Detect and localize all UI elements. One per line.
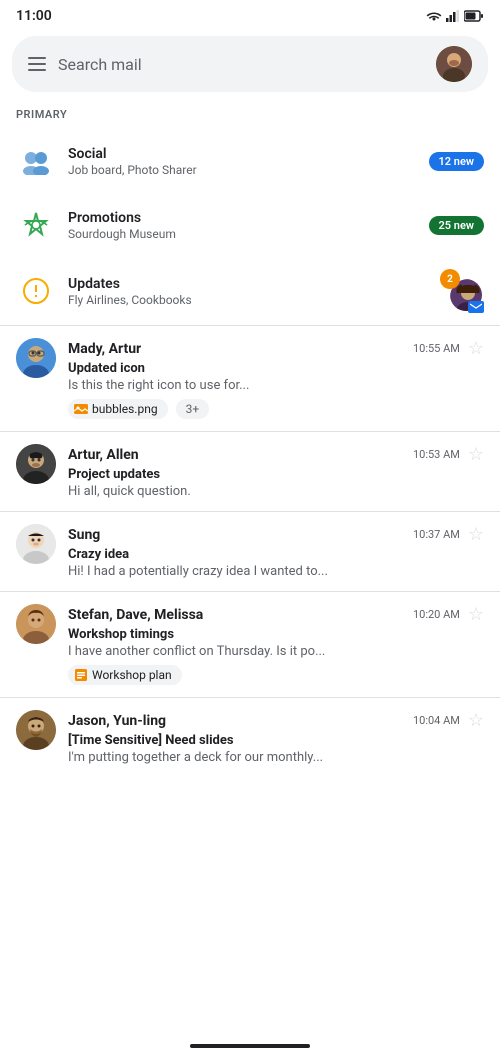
hamburger-icon[interactable] xyxy=(28,57,46,71)
email-preview-artur: Hi all, quick question. xyxy=(68,484,484,499)
email-header-artur: Artur, Allen 10:53 AM ☆ xyxy=(68,444,484,465)
star-icon-sung[interactable]: ☆ xyxy=(468,524,484,545)
email-preview-sung: Hi! I had a potentially crazy idea I wan… xyxy=(68,564,484,579)
category-promotions[interactable]: Promotions Sourdough Museum 25 new xyxy=(0,193,500,257)
star-icon-jason[interactable]: ☆ xyxy=(468,710,484,731)
star-icon-stefan[interactable]: ☆ xyxy=(468,604,484,625)
category-updates[interactable]: Updates Fly Airlines, Cookbooks 2 xyxy=(0,257,500,325)
home-indicator xyxy=(190,1044,310,1048)
updates-info-text: Updates Fly Airlines, Cookbooks xyxy=(68,276,440,307)
email-content-jason: Jason, Yun-ling 10:04 AM ☆ [Time Sensiti… xyxy=(68,710,484,765)
promotions-name: Promotions xyxy=(68,210,429,226)
email-content-stefan: Stefan, Dave, Melissa 10:20 AM ☆ Worksho… xyxy=(68,604,484,685)
status-icons xyxy=(426,10,484,22)
section-label: PRIMARY xyxy=(0,104,500,129)
attachment-chip-stefan: Workshop plan xyxy=(68,665,182,685)
email-subject-jason: [Time Sensitive] Need slides xyxy=(68,733,484,748)
email-subject-stefan: Workshop timings xyxy=(68,627,484,642)
promotions-subtitle: Sourdough Museum xyxy=(68,227,429,241)
email-header-stefan: Stefan, Dave, Melissa 10:20 AM ☆ xyxy=(68,604,484,625)
email-subject-artur: Project updates xyxy=(68,467,484,482)
battery-icon xyxy=(464,10,484,22)
email-subject-mady: Updated icon xyxy=(68,361,484,376)
attachment-name-mady: bubbles.png xyxy=(92,402,158,416)
email-row-mady[interactable]: Mady, Artur 10:55 AM ☆ Updated icon Is t… xyxy=(0,326,500,431)
signal-icon xyxy=(446,10,460,22)
email-attachments-mady: bubbles.png 3+ xyxy=(68,399,484,419)
social-badge: 12 new xyxy=(429,152,485,171)
email-header-mady: Mady, Artur 10:55 AM ☆ xyxy=(68,338,484,359)
star-icon-mady[interactable]: ☆ xyxy=(468,338,484,359)
promotions-info: Promotions Sourdough Museum xyxy=(68,210,429,241)
social-info: Social Job board, Photo Sharer xyxy=(68,146,429,177)
email-sender-jason: Jason, Yun-ling xyxy=(68,713,166,729)
email-preview-stefan: I have another conflict on Thursday. Is … xyxy=(68,644,484,659)
email-subject-sung: Crazy idea xyxy=(68,547,484,562)
more-chip-mady: 3+ xyxy=(176,399,210,419)
promotions-icon xyxy=(16,205,56,245)
user-avatar[interactable] xyxy=(436,46,472,82)
image-icon xyxy=(74,403,88,415)
avatar-artur xyxy=(16,444,56,484)
updates-badge-container: 2 xyxy=(440,269,484,313)
email-row-jason[interactable]: Jason, Yun-ling 10:04 AM ☆ [Time Sensiti… xyxy=(0,698,500,777)
email-attachments-stefan: Workshop plan xyxy=(68,665,484,685)
star-icon-artur[interactable]: ☆ xyxy=(468,444,484,465)
email-row-sung[interactable]: Sung 10:37 AM ☆ Crazy idea Hi! I had a p… xyxy=(0,512,500,591)
email-content-sung: Sung 10:37 AM ☆ Crazy idea Hi! I had a p… xyxy=(68,524,484,579)
avatar-jason xyxy=(16,710,56,750)
social-name: Social xyxy=(68,146,429,162)
updates-icon xyxy=(16,271,56,311)
email-overlay-icon xyxy=(468,301,484,313)
attachment-name-stefan: Workshop plan xyxy=(92,668,172,682)
email-time-artur: 10:53 AM xyxy=(413,448,460,461)
avatar-sung xyxy=(16,524,56,564)
attachment-chip-mady: bubbles.png xyxy=(68,399,168,419)
status-time: 11:00 xyxy=(16,8,52,24)
social-icon xyxy=(16,141,56,181)
wifi-icon xyxy=(426,10,442,22)
updates-count: 2 xyxy=(440,269,460,289)
email-preview-jason: I'm putting together a deck for our mont… xyxy=(68,750,484,765)
updates-name: Updates xyxy=(68,276,440,292)
email-row-stefan[interactable]: Stefan, Dave, Melissa 10:20 AM ☆ Worksho… xyxy=(0,592,500,697)
email-time-mady: 10:55 AM xyxy=(413,342,460,355)
avatar-stefan xyxy=(16,604,56,644)
email-row-artur[interactable]: Artur, Allen 10:53 AM ☆ Project updates … xyxy=(0,432,500,511)
updates-subtitle: Fly Airlines, Cookbooks xyxy=(68,293,440,307)
category-social[interactable]: Social Job board, Photo Sharer 12 new xyxy=(0,129,500,193)
email-time-stefan: 10:20 AM xyxy=(413,608,460,621)
search-bar[interactable]: Search mail xyxy=(12,36,488,92)
avatar-mady xyxy=(16,338,56,378)
doc-icon xyxy=(74,669,88,681)
email-time-sung: 10:37 AM xyxy=(413,528,460,541)
email-time-jason: 10:04 AM xyxy=(413,714,460,727)
promotions-badge: 25 new xyxy=(429,216,485,235)
email-sender-artur: Artur, Allen xyxy=(68,447,139,463)
email-header-sung: Sung 10:37 AM ☆ xyxy=(68,524,484,545)
email-sender-mady: Mady, Artur xyxy=(68,341,141,357)
email-content-mady: Mady, Artur 10:55 AM ☆ Updated icon Is t… xyxy=(68,338,484,419)
social-subtitle: Job board, Photo Sharer xyxy=(68,163,429,177)
email-preview-mady: Is this the right icon to use for... xyxy=(68,378,484,393)
status-bar: 11:00 xyxy=(0,0,500,28)
email-sender-sung: Sung xyxy=(68,527,100,543)
search-input[interactable]: Search mail xyxy=(58,55,424,74)
email-header-jason: Jason, Yun-ling 10:04 AM ☆ xyxy=(68,710,484,731)
email-content-artur: Artur, Allen 10:53 AM ☆ Project updates … xyxy=(68,444,484,499)
email-sender-stefan: Stefan, Dave, Melissa xyxy=(68,607,203,623)
